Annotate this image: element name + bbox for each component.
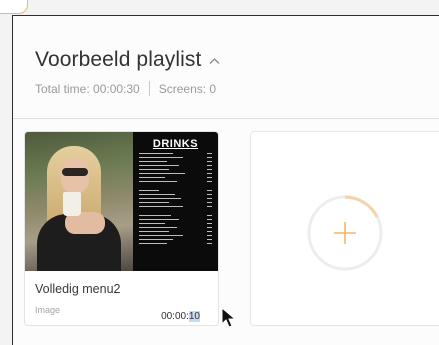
- item-name: Volledig menu2: [35, 282, 121, 296]
- playlist-title: Voorbeeld playlist: [35, 48, 202, 71]
- playlist-title-row[interactable]: Voorbeeld playlist: [35, 48, 439, 72]
- screens-count-text: Screens: 0: [158, 81, 217, 96]
- item-duration-field[interactable]: 00:00:10: [161, 311, 200, 322]
- playlist-item-card[interactable]: DRINKS Volledig menu2 Image 00:00:10: [24, 131, 219, 326]
- plus-icon[interactable]: [305, 193, 385, 273]
- total-time-text: Total time: 00:00:30: [35, 81, 140, 96]
- thumbnail-photo: [25, 132, 133, 271]
- item-info: Volledig menu2 Image 00:00:10: [25, 271, 218, 325]
- item-duration-prefix: 00:00:: [161, 311, 189, 322]
- chevron-up-icon[interactable]: [208, 57, 221, 65]
- thumbnail-menu-heading: DRINKS: [152, 138, 199, 150]
- playlist-header: Voorbeeld playlist Total time: 00:00:30 …: [13, 16, 439, 119]
- item-thumbnail: DRINKS: [25, 132, 218, 271]
- thumbnail-menu-board: DRINKS: [133, 132, 218, 271]
- playlist-meta: Total time: 00:00:30 Screens: 0: [35, 81, 439, 96]
- item-duration-selected: 10: [188, 311, 200, 322]
- mouse-cursor-icon: [221, 307, 237, 328]
- tab-corner-decoration: [0, 0, 28, 14]
- add-item-card[interactable]: [250, 131, 439, 326]
- meta-divider: [148, 81, 150, 96]
